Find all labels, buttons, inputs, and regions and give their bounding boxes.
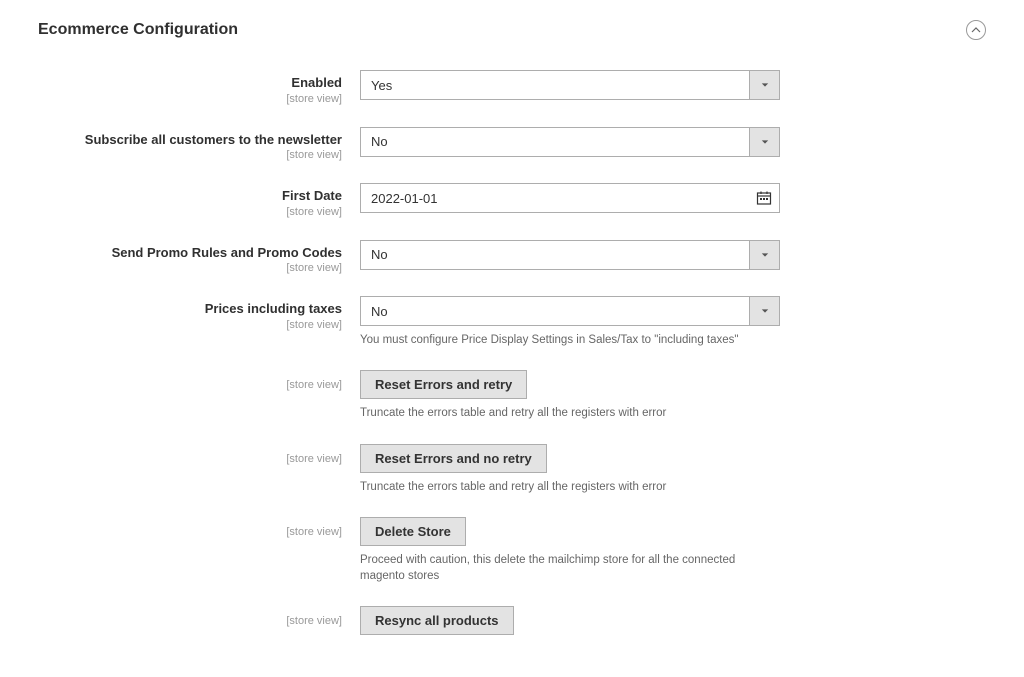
subscribe-select[interactable]: No	[360, 127, 780, 157]
promo-value: No	[361, 247, 749, 262]
first-date-label: First Date	[282, 188, 342, 203]
scope-label: [store view]	[10, 93, 342, 105]
first-date-value: 2022-01-01	[361, 191, 749, 206]
chevron-down-icon	[749, 128, 779, 156]
scope-label: [store view]	[10, 526, 342, 538]
enabled-value: Yes	[361, 78, 749, 93]
reset-retry-button[interactable]: Reset Errors and retry	[360, 370, 527, 399]
chevron-down-icon	[749, 297, 779, 325]
first-date-input[interactable]: 2022-01-01	[360, 183, 780, 213]
enabled-label: Enabled	[291, 75, 342, 90]
reset-no-retry-hint: Truncate the errors table and retry all …	[360, 479, 780, 495]
delete-store-button[interactable]: Delete Store	[360, 517, 466, 546]
subscribe-label: Subscribe all customers to the newslette…	[85, 132, 342, 147]
calendar-icon[interactable]	[749, 184, 779, 212]
scope-label: [store view]	[10, 206, 342, 218]
prices-tax-value: No	[361, 304, 749, 319]
enabled-select[interactable]: Yes	[360, 70, 780, 100]
scope-label: [store view]	[10, 379, 342, 391]
reset-no-retry-button[interactable]: Reset Errors and no retry	[360, 444, 547, 473]
subscribe-value: No	[361, 134, 749, 149]
resync-products-button[interactable]: Resync all products	[360, 606, 514, 635]
scope-label: [store view]	[10, 319, 342, 331]
chevron-down-icon	[749, 71, 779, 99]
reset-retry-hint: Truncate the errors table and retry all …	[360, 405, 780, 421]
promo-label: Send Promo Rules and Promo Codes	[112, 245, 342, 260]
scope-label: [store view]	[10, 453, 342, 465]
prices-tax-select[interactable]: No	[360, 296, 780, 326]
scope-label: [store view]	[10, 615, 342, 627]
scope-label: [store view]	[10, 262, 342, 274]
promo-select[interactable]: No	[360, 240, 780, 270]
collapse-icon[interactable]	[966, 20, 986, 40]
prices-tax-hint: You must configure Price Display Setting…	[360, 332, 780, 348]
delete-store-hint: Proceed with caution, this delete the ma…	[360, 552, 780, 584]
scope-label: [store view]	[10, 149, 342, 161]
prices-tax-label: Prices including taxes	[205, 301, 342, 316]
section-title: Ecommerce Configuration	[38, 21, 238, 39]
chevron-down-icon	[749, 241, 779, 269]
